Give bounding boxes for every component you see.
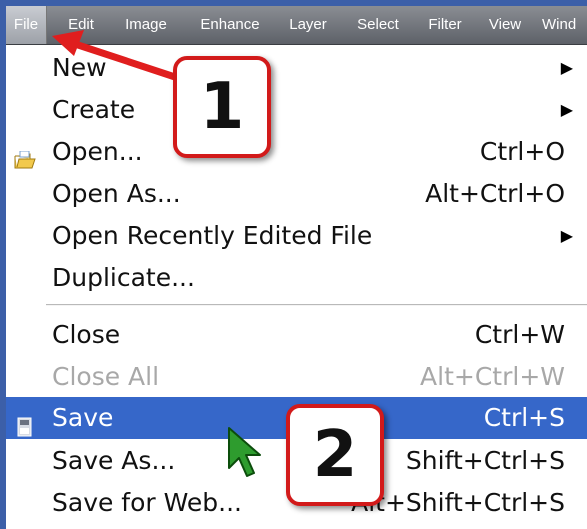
menu-item-shortcut: Ctrl+S xyxy=(483,403,565,432)
menu-separator xyxy=(46,304,587,306)
save-icon xyxy=(14,408,36,437)
menu-filter[interactable]: Filter xyxy=(420,6,470,44)
menu-item-shortcut: Ctrl+O xyxy=(479,137,565,166)
menu-item-label: Open As... xyxy=(52,179,181,208)
menu-item-label: New xyxy=(52,53,107,82)
step-callout-1: 1 xyxy=(173,56,271,158)
menu-item-shortcut: Alt+Ctrl+O xyxy=(425,179,565,208)
menu-edit[interactable]: Edit xyxy=(60,6,102,44)
submenu-arrow-icon: ▶ xyxy=(560,58,573,77)
submenu-arrow-icon: ▶ xyxy=(560,100,573,119)
menu-image[interactable]: Image xyxy=(116,6,176,44)
menu-item-label: Open... xyxy=(52,137,143,166)
menu-item-shortcut: Ctrl+W xyxy=(474,320,565,349)
menu-item-label: Save xyxy=(52,403,114,432)
menu-item-open-as[interactable]: Open As... Alt+Ctrl+O xyxy=(6,173,587,215)
menu-layer[interactable]: Layer xyxy=(282,6,334,44)
menu-view[interactable]: View xyxy=(484,6,526,44)
submenu-arrow-icon: ▶ xyxy=(560,226,573,245)
menu-item-shortcut: Shift+Ctrl+S xyxy=(405,446,565,475)
menu-item-open[interactable]: Open... Ctrl+O xyxy=(6,131,587,173)
menu-bar: File Edit Image Enhance Layer Select Fil… xyxy=(6,6,587,45)
menu-enhance[interactable]: Enhance xyxy=(190,6,270,44)
menu-item-new[interactable]: New ▶ xyxy=(6,47,587,89)
menu-item-open-recent[interactable]: Open Recently Edited File ▶ xyxy=(6,215,587,257)
menu-item-label: Duplicate... xyxy=(52,263,195,292)
menu-item-label: Open Recently Edited File xyxy=(52,221,373,250)
menu-item-label: Create xyxy=(52,95,136,124)
menu-item-close[interactable]: Close Ctrl+W xyxy=(6,314,587,356)
menu-item-label: Save for Web... xyxy=(52,488,242,517)
menu-file[interactable]: File xyxy=(6,6,47,44)
menu-item-duplicate[interactable]: Duplicate... xyxy=(6,257,587,299)
menu-item-label: Close xyxy=(52,320,121,349)
menu-item-label: Save As... xyxy=(52,446,176,475)
application-frame: File Edit Image Enhance Layer Select Fil… xyxy=(0,0,587,529)
folder-icon xyxy=(14,142,36,169)
menu-item-create[interactable]: Create ▶ xyxy=(6,89,587,131)
menu-item-shortcut: Alt+Ctrl+W xyxy=(420,362,565,391)
menu-item-label: Close All xyxy=(52,362,160,391)
menu-window[interactable]: Wind xyxy=(538,6,587,44)
menu-item-close-all: Close All Alt+Ctrl+W xyxy=(6,356,587,398)
step-callout-2: 2 xyxy=(286,404,384,506)
menu-select[interactable]: Select xyxy=(348,6,408,44)
